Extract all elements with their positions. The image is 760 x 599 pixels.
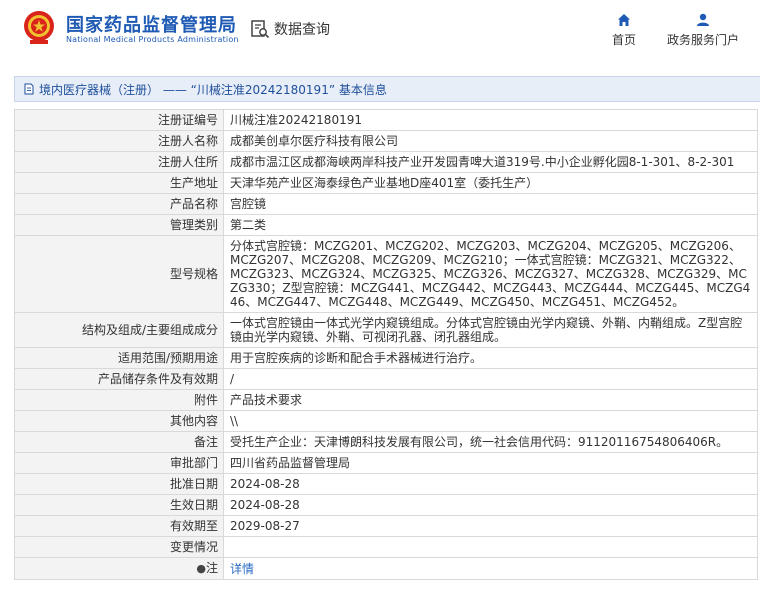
- field-value: 成都市温江区成都海峡两岸科技产业开发园青啤大道319号.中小企业孵化园8-1-3…: [223, 151, 758, 173]
- site-subtitle: National Medical Products Administration: [66, 35, 239, 44]
- breadcrumb: 境内医疗器械（注册） —— “川械注准20242180191” 基本信息: [14, 76, 760, 102]
- field-label: 产品储存条件及有效期: [14, 368, 224, 390]
- table-row: 生产地址 天津华苑产业区海泰绿色产业基地D座401室（委托生产）: [14, 172, 758, 194]
- table-row: 审批部门 四川省药品监督管理局: [14, 452, 758, 474]
- field-value: 宫腔镜: [223, 193, 758, 215]
- document-icon: [24, 83, 34, 95]
- table-row: 注册证编号 川械注准20242180191: [14, 109, 758, 131]
- field-label: 有效期至: [14, 515, 224, 537]
- field-label: 变更情况: [14, 536, 224, 558]
- field-value: 川械注准20242180191: [223, 109, 758, 131]
- field-label: 适用范围/预期用途: [14, 347, 224, 369]
- field-value: 用于宫腔疾病的诊断和配合手术器械进行治疗。: [223, 347, 758, 369]
- field-label: 管理类别: [14, 214, 224, 236]
- field-value: 2024-08-28: [223, 473, 758, 495]
- details-link[interactable]: 详情: [223, 557, 758, 580]
- field-label: 注册证编号: [14, 109, 224, 131]
- nav-service-portal[interactable]: 政务服务门户: [667, 13, 739, 48]
- table-row: 变更情况: [14, 536, 758, 558]
- field-value: 产品技术要求: [223, 389, 758, 411]
- field-value: 第二类: [223, 214, 758, 236]
- table-row: 附件 产品技术要求: [14, 389, 758, 411]
- table-row: 适用范围/预期用途 用于宫腔疾病的诊断和配合手术器械进行治疗。: [14, 347, 758, 369]
- field-value: 四川省药品监督管理局: [223, 452, 758, 474]
- field-label: 产品名称: [14, 193, 224, 215]
- field-value: 一体式宫腔镜由一体式光学内窥镜组成。分体式宫腔镜由光学内窥镜、外鞘、内鞘组成。Z…: [223, 312, 758, 348]
- table-row: 注册人名称 成都美创卓尔医疗科技有限公司: [14, 130, 758, 152]
- field-value: 受托生产企业：天津博朗科技发展有限公司，统一社会信用代码：91120116754…: [223, 431, 758, 453]
- note-label-cell: ●注: [14, 557, 224, 580]
- table-row: 结构及组成/主要组成成分 一体式宫腔镜由一体式光学内窥镜组成。分体式宫腔镜由光学内…: [14, 312, 758, 348]
- data-query-label: 数据查询: [274, 22, 330, 38]
- field-value: 成都美创卓尔医疗科技有限公司: [223, 130, 758, 152]
- nav-home[interactable]: 首页: [612, 13, 636, 48]
- field-label: 生效日期: [14, 494, 224, 516]
- field-label: 其他内容: [14, 410, 224, 432]
- field-value: [223, 536, 758, 558]
- table-row: 备注 受托生产企业：天津博朗科技发展有限公司，统一社会信用代码：911201167…: [14, 431, 758, 453]
- field-value: 2024-08-28: [223, 494, 758, 516]
- table-row: 产品名称 宫腔镜: [14, 193, 758, 215]
- user-icon: [697, 13, 709, 26]
- field-value: 天津华苑产业区海泰绿色产业基地D座401室（委托生产）: [223, 172, 758, 194]
- table-row: 批准日期 2024-08-28: [14, 473, 758, 495]
- nav-service-label: 政务服务门户: [667, 33, 740, 47]
- nav-home-label: 首页: [612, 33, 637, 47]
- field-value: /: [223, 368, 758, 390]
- table-row: 注册人住所 成都市温江区成都海峡两岸科技产业开发园青啤大道319号.中小企业孵化园…: [14, 151, 758, 173]
- field-label: 注册人名称: [14, 130, 224, 152]
- note-pin-icon: ●: [196, 562, 206, 575]
- field-value: \\: [223, 410, 758, 432]
- field-label: 附件: [14, 389, 224, 411]
- data-query-icon: [251, 20, 270, 39]
- table-row: 生效日期 2024-08-28: [14, 494, 758, 516]
- national-emblem-icon: [24, 11, 54, 44]
- table-row: 产品储存条件及有效期 /: [14, 368, 758, 390]
- site-header: 国家药品监督管理局 National Medical Products Admi…: [0, 0, 760, 62]
- field-value: 分体式宫腔镜：MCZG201、MCZG202、MCZG203、MCZG204、M…: [223, 235, 758, 313]
- note-label: 注: [205, 561, 218, 575]
- data-query-heading[interactable]: 数据查询: [250, 18, 330, 40]
- table-row: 管理类别 第二类: [14, 214, 758, 236]
- field-label: 备注: [14, 431, 224, 453]
- table-row: 有效期至 2029-08-27: [14, 515, 758, 537]
- field-value: 2029-08-27: [223, 515, 758, 537]
- field-label: 型号规格: [14, 235, 224, 313]
- field-label: 批准日期: [14, 473, 224, 495]
- detail-table: 注册证编号 川械注准20242180191 注册人名称 成都美创卓尔医疗科技有限公司…: [14, 109, 758, 580]
- field-label: 结构及组成/主要组成成分: [14, 312, 224, 348]
- field-label: 生产地址: [14, 172, 224, 194]
- field-label: 注册人住所: [14, 151, 224, 173]
- note-row: ●注 详情: [14, 557, 758, 580]
- site-title[interactable]: 国家药品监督管理局: [66, 11, 237, 37]
- home-icon: [618, 14, 630, 26]
- table-row: 其他内容 \\: [14, 410, 758, 432]
- table-row: 型号规格 分体式宫腔镜：MCZG201、MCZG202、MCZG203、MCZG2…: [14, 235, 758, 313]
- field-label: 审批部门: [14, 452, 224, 474]
- breadcrumb-text: 境内医疗器械（注册） —— “川械注准20242180191” 基本信息: [39, 82, 387, 97]
